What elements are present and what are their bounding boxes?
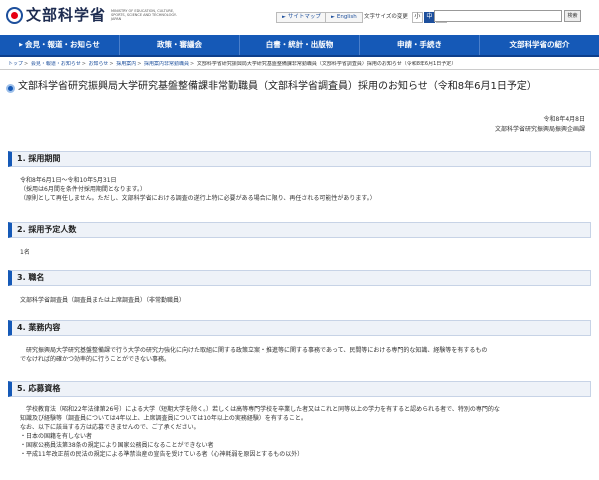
- nav-item-whitepaper[interactable]: 白書・統計・出版物: [240, 35, 360, 55]
- logo-subtitle: MINISTRY OF EDUCATION, CULTURE, SPORTS, …: [111, 8, 177, 22]
- section-body-title: 文部科学省調査員（調査員または上席調査員）（非常勤職員）: [20, 297, 186, 304]
- page-title: 文部科学省研究振興局大学研究基盤整備課非常勤職員（文部科学省調査員）採用のお知ら…: [6, 81, 594, 94]
- nav-item-policy[interactable]: 政策・審議会: [120, 35, 240, 55]
- section-heading-headcount: 2. 採用予定人数: [8, 222, 591, 238]
- section-body-duties: 研究振興局大学研究基盤整備課で行う大学の研究力強化に向けた取組に関する政策立案・…: [20, 347, 488, 363]
- arrow-right-icon: ►: [331, 14, 335, 21]
- section-body-headcount: 1名: [20, 249, 30, 256]
- nav-item-news[interactable]: ▶ 会見・報道・お知らせ: [0, 35, 120, 55]
- section-heading-period: 1. 採用期間: [8, 151, 591, 167]
- publish-dept: 文部科学省研究振興局振興企画課: [494, 125, 585, 133]
- search-input[interactable]: [434, 10, 562, 22]
- nav-item-about[interactable]: 文部科学省の紹介: [480, 35, 599, 55]
- breadcrumb-notice[interactable]: お知らせ: [89, 61, 109, 67]
- global-nav: ▶ 会見・報道・お知らせ 政策・審議会 白書・統計・出版物 申請・手続き 文部科学…: [0, 35, 599, 57]
- section-heading-title: 3. 職名: [8, 270, 591, 286]
- breadcrumb-recruit-parttime[interactable]: 採用案内非常勤職員: [144, 61, 189, 67]
- page-title-text: 文部科学省研究振興局大学研究基盤整備課非常勤職員（文部科学省調査員）採用のお知ら…: [18, 81, 537, 92]
- english-button[interactable]: ► English: [325, 12, 363, 23]
- publish-date: 令和8年4月8日: [543, 116, 585, 123]
- section-heading-qualifications: 5. 応募資格: [8, 381, 591, 397]
- mext-emblem-icon: [6, 6, 23, 24]
- breadcrumb-news[interactable]: 会見・報道・お知らせ: [31, 61, 81, 67]
- triangle-icon: ▶: [19, 41, 23, 48]
- search-button[interactable]: 検索: [564, 10, 581, 22]
- arrow-right-icon: ►: [282, 14, 286, 21]
- nav-item-application[interactable]: 申請・手続き: [360, 35, 480, 55]
- section-body-period: 令和8年6月1日～令和10年5月31日 （採用は6月間を条件付採用期間となります…: [20, 177, 376, 202]
- site-header: 文部科学省 MINISTRY OF EDUCATION, CULTURE, SP…: [0, 0, 599, 33]
- breadcrumb-current: 文部科学省研究振興局大学研究基盤整備課非常勤職員（文部科学省調査員）採用のお知ら…: [196, 61, 457, 67]
- breadcrumb-top[interactable]: トップ: [8, 61, 23, 67]
- divider: [0, 69, 599, 70]
- section-heading-duties: 4. 業務内容: [8, 320, 591, 336]
- section-body-qualifications: 学校教育法（昭和22年法律第26号）による大学（短期大学を除く。）若しくは高等専…: [20, 406, 500, 458]
- font-size-small-button[interactable]: 小: [411, 12, 423, 23]
- mext-logo[interactable]: 文部科学省 MINISTRY OF EDUCATION, CULTURE, SP…: [6, 5, 181, 25]
- breadcrumb-recruit[interactable]: 採用案内: [116, 61, 136, 67]
- breadcrumb: トップ> 会見・報道・お知らせ> お知らせ> 採用案内> 採用案内非常勤職員> …: [8, 61, 457, 67]
- logo-text: 文部科学省: [26, 6, 107, 24]
- title-bullet-icon: [6, 84, 15, 93]
- sitemap-button[interactable]: ► サイトマップ: [276, 12, 327, 23]
- publish-info: 令和8年4月8日 文部科学省研究振興局振興企画課: [495, 115, 585, 134]
- font-size-label: 文字サイズの変更: [364, 13, 408, 20]
